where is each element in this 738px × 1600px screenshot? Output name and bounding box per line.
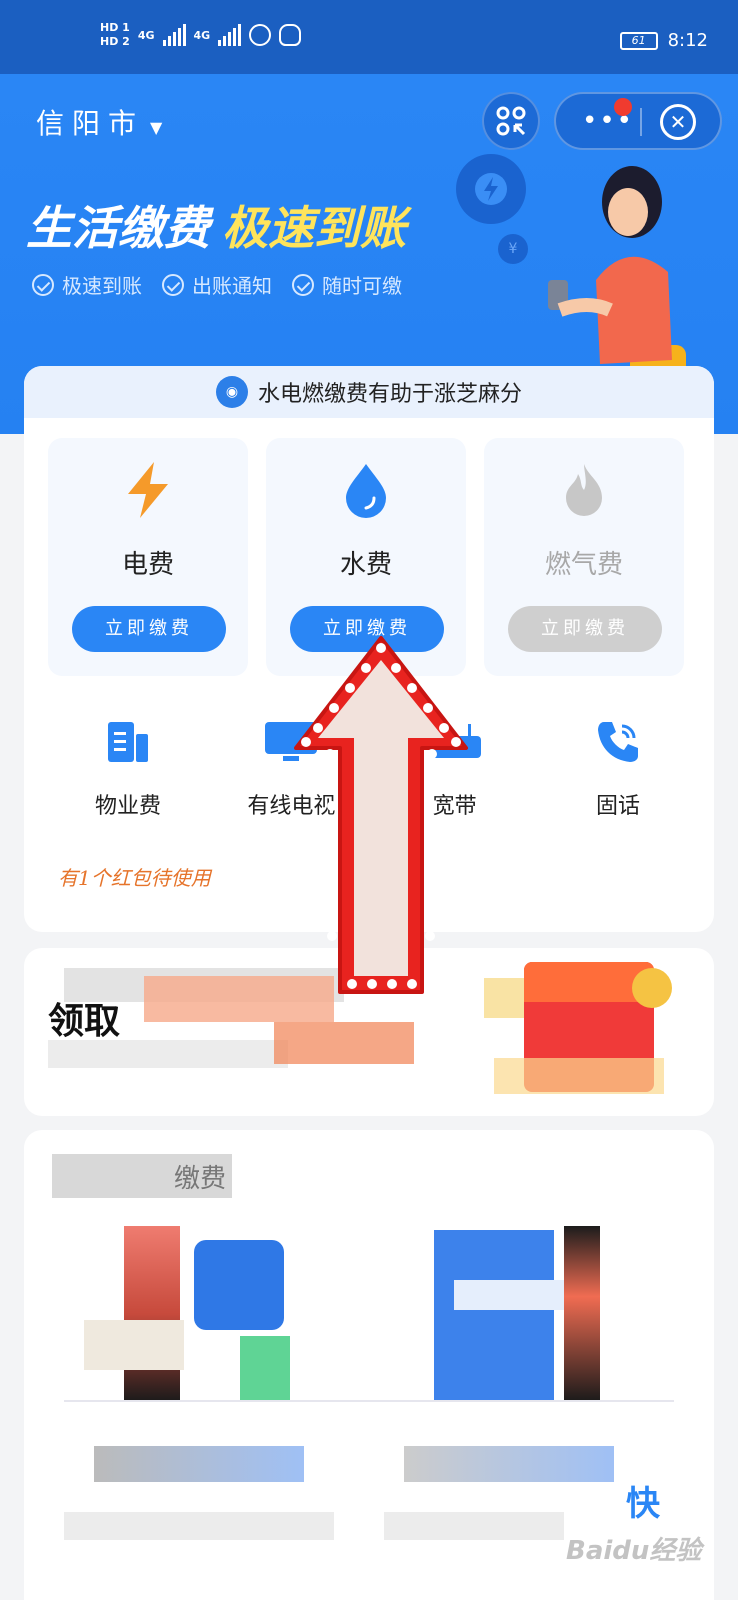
feature-list: 极速到账 出账通知 随时可缴 (32, 270, 402, 299)
kiosk-illustration (434, 1230, 554, 1402)
tile-gas[interactable]: 燃气费 立即缴费 (484, 438, 684, 676)
check-icon (32, 273, 54, 296)
feature-label: 极速到账 (62, 274, 142, 298)
feature-label: 出账通知 (192, 274, 272, 298)
signal-icon (218, 24, 242, 46)
battery-icon: 61 (619, 31, 658, 50)
pixelated-block (94, 1446, 304, 1482)
water-drop-icon (346, 464, 386, 518)
mini-program-capsule: ••• ✕ (554, 92, 722, 150)
network-1-label: 4G (137, 28, 155, 42)
pixelated-block (404, 1446, 614, 1482)
sesame-credit-banner: ◉ 水电燃缴费有助于涨芝麻分 (24, 366, 714, 418)
network-2-label: 4G (193, 28, 211, 42)
section-heading: 缴费 (174, 1164, 227, 1194)
close-icon[interactable]: ✕ (660, 104, 696, 140)
person-illustration (564, 1226, 600, 1402)
status-bar: HD 1 HD 2 4G 4G 61 8:12 (0, 0, 738, 74)
city-selector[interactable]: 信阳市 ▼ (36, 102, 162, 142)
feature-item: 出账通知 (162, 270, 272, 299)
service-landline[interactable]: 固话 (538, 712, 698, 820)
pixelated-block (48, 1040, 288, 1068)
vpn-icon (249, 24, 272, 46)
service-label: 固话 (595, 794, 640, 819)
headline: 生活缴费 极速到账 (26, 192, 406, 258)
clock: 8:12 (667, 30, 708, 51)
hd-indicators: HD 1 HD 2 (100, 22, 130, 48)
flame-icon (566, 464, 602, 516)
check-icon (162, 273, 184, 296)
chevron-down-icon: ▼ (150, 118, 163, 137)
ground-line (64, 1400, 674, 1402)
pixelated-block (384, 1512, 564, 1540)
scan-button[interactable] (482, 92, 540, 150)
pixelated-block (64, 1512, 334, 1540)
service-property-fee[interactable]: 物业费 (48, 712, 208, 820)
tile-electricity[interactable]: 电费 立即缴费 (48, 438, 248, 676)
red-packet-link[interactable]: 有1个红包待使用 (58, 862, 211, 891)
pixelated-block (274, 1022, 414, 1064)
qq-icon (279, 24, 302, 46)
hd2-label: HD 2 (100, 35, 130, 48)
tile-label: 燃气费 (544, 550, 623, 580)
up-arrow-overlay-icon (294, 636, 468, 994)
city-label: 信阳市 (36, 107, 145, 140)
lightning-icon (128, 462, 168, 518)
person-illustration (124, 1226, 180, 1402)
check-icon (292, 273, 314, 296)
caption-fragment: 快 (626, 1484, 660, 1524)
kiosk-screen (454, 1280, 574, 1310)
tile-label: 水费 (339, 550, 392, 580)
capsule-divider (640, 108, 642, 136)
feature-item: 极速到账 (32, 270, 142, 299)
headline-white: 生活缴费 (26, 201, 210, 255)
pixelated-block (484, 978, 524, 1018)
tile-label: 电费 (121, 550, 174, 580)
plant-illustration (240, 1336, 290, 1400)
notification-dot (614, 98, 632, 116)
watermark: Baidu经验 (566, 1536, 702, 1566)
promo-title: 领取 (48, 1001, 121, 1042)
phone-icon (538, 712, 698, 772)
feature-item: 随时可缴 (292, 270, 402, 299)
pay-now-button[interactable]: 立即缴费 (72, 606, 226, 652)
blue-circle-illustration (194, 1240, 284, 1330)
status-bar-right: 61 8:12 (619, 30, 708, 51)
hd1-label: HD 1 (100, 21, 130, 34)
desk-illustration (84, 1320, 184, 1370)
headline-yellow: 极速到账 (222, 201, 406, 255)
feature-label: 随时可缴 (322, 274, 402, 298)
coin-icon (632, 968, 672, 1008)
sesame-credit-icon: ◉ (215, 376, 248, 408)
service-label: 物业费 (94, 794, 161, 819)
pixelated-block (494, 1058, 664, 1094)
scan-icon (496, 106, 526, 136)
building-icon (48, 712, 208, 772)
signal-icon (162, 24, 186, 46)
status-bar-left: HD 1 HD 2 4G 4G (100, 22, 302, 48)
banner-text: 水电燃缴费有助于涨芝麻分 (257, 382, 522, 407)
pay-now-button[interactable]: 立即缴费 (508, 606, 662, 652)
